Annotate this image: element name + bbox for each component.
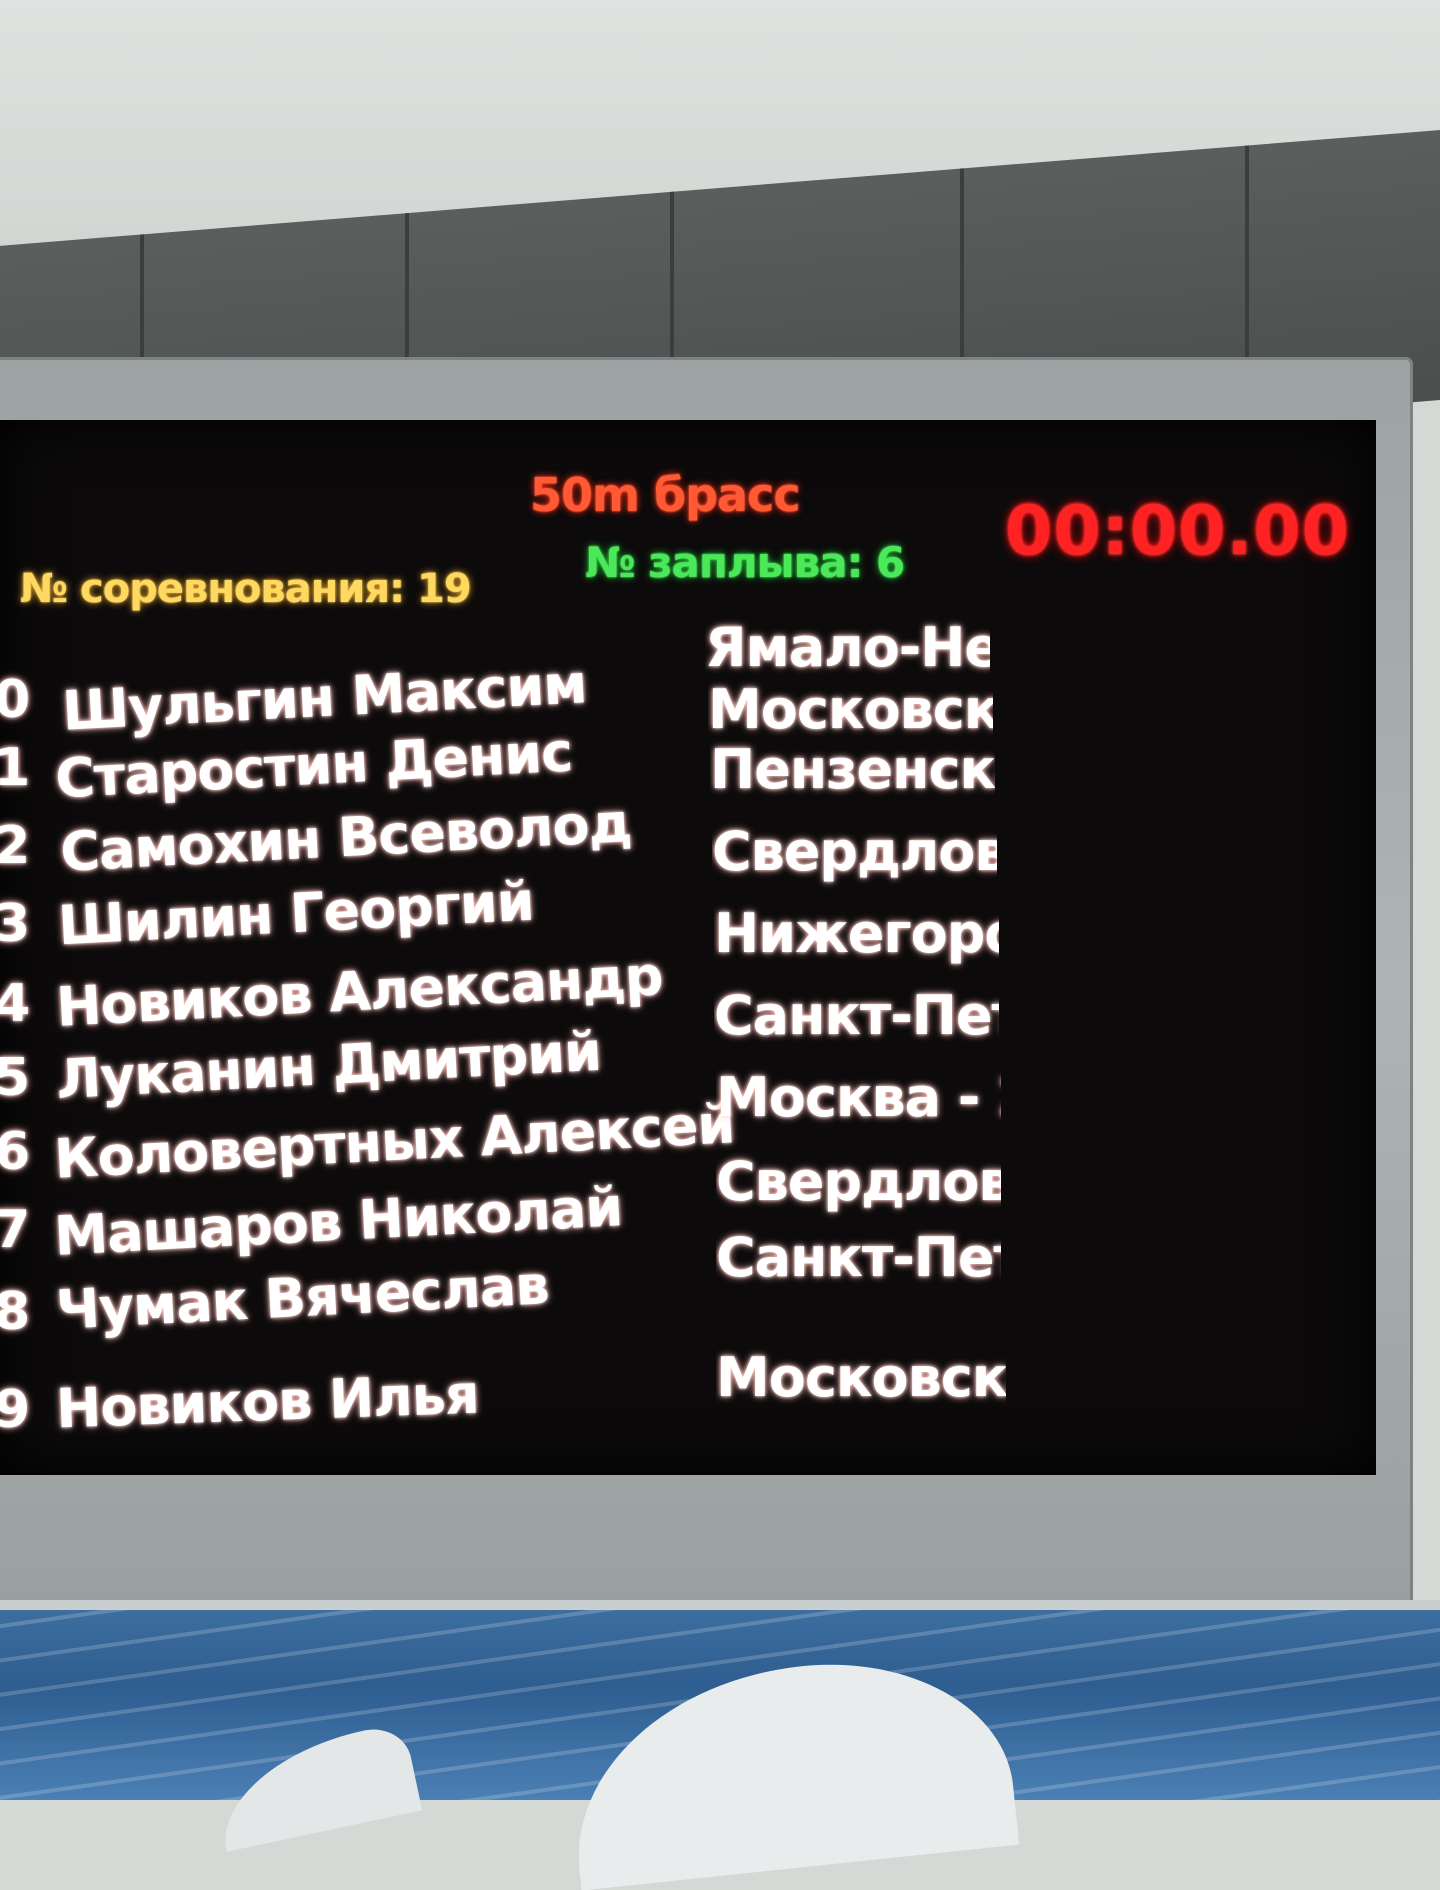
swimmer-name: Шилин Георгий (56, 869, 536, 958)
lane-number: 9 (0, 1380, 30, 1440)
swimmer-region: Свердлов (712, 820, 997, 883)
swimmer-name: Коловертных Алексей (52, 1092, 736, 1191)
region-cell: Ямало-Нен (705, 616, 990, 686)
region-cell: Свердлов (716, 1150, 1001, 1220)
lane-number: 8 (0, 1282, 30, 1342)
region-cell: Свердлов (712, 820, 997, 890)
lane-number: 4 (0, 974, 30, 1034)
swimmer-name: Чумак Вячеслав (54, 1253, 550, 1342)
region-cell: Московска (716, 1346, 1006, 1416)
region-cell: Нижегород (714, 902, 999, 972)
swimmer-region: Московска (708, 678, 993, 741)
swimmer-name: Новиков Илья (55, 1362, 480, 1441)
lane-number: 5 (0, 1048, 30, 1108)
scoreboard-screen: 50m брасс № заплыва: 6 00:00.00 № соревн… (0, 420, 1376, 1475)
region-cell: Пензенска (710, 738, 995, 808)
swimmer-region: Московска (716, 1346, 1006, 1409)
swimmer-region: Москва - 2 (716, 1066, 1001, 1129)
swimmer-region: Свердлов (716, 1150, 1001, 1213)
lane-number: 7 (0, 1200, 30, 1260)
lane-list: 0 Шульгин Максим Ямало-Нен 1 Старостин Д… (0, 420, 1376, 1475)
lane-number: 0 (0, 670, 30, 730)
swimmer-region: Санкт-Пет (716, 1226, 1001, 1289)
region-cell: Санкт-Пет (716, 1226, 1001, 1296)
region-cell: Санкт-Пет (714, 984, 999, 1054)
region-cell: Москва - 2 (716, 1066, 1001, 1136)
lane-number: 2 (0, 816, 30, 876)
lane-number: 6 (0, 1122, 30, 1182)
lane-number: 3 (0, 894, 30, 954)
swimmer-region: Санкт-Пет (714, 984, 999, 1047)
lane-number: 1 (0, 738, 30, 798)
swimmer-region: Ямало-Нен (705, 616, 990, 679)
swimmer-region: Пензенска (710, 738, 995, 801)
swimmer-region: Нижегород (714, 902, 999, 965)
